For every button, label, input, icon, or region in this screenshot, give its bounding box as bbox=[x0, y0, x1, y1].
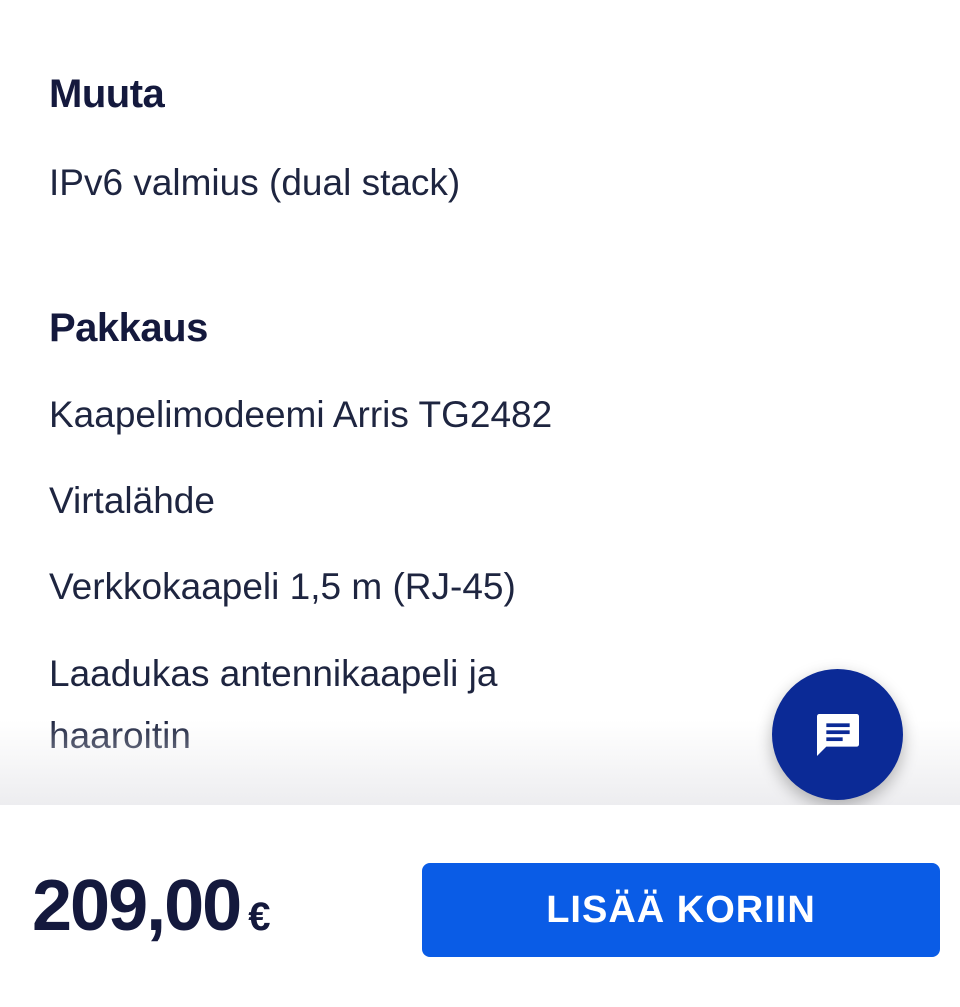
spec-item-ipv6: IPv6 valmius (dual stack) bbox=[49, 162, 461, 203]
purchase-bar: 209,00 € LISÄÄ KORIIN bbox=[0, 805, 960, 1007]
add-to-cart-button[interactable]: LISÄÄ KORIIN bbox=[422, 863, 940, 957]
section-heading-muuta: Muuta bbox=[49, 72, 165, 116]
package-item-modem: Kaapelimodeemi Arris TG2482 bbox=[49, 394, 553, 435]
price-value: 209,00 bbox=[32, 866, 242, 946]
package-item-antenna-cable: Laadukas antennikaapeli ja bbox=[49, 653, 498, 694]
package-item-network-cable: Verkkokaapeli 1,5 m (RJ-45) bbox=[49, 566, 516, 607]
price-currency: € bbox=[248, 895, 271, 939]
section-heading-pakkaus: Pakkaus bbox=[49, 306, 208, 350]
chat-button[interactable] bbox=[772, 669, 903, 800]
price: 209,00 € bbox=[32, 865, 270, 947]
product-details-page: Muuta IPv6 valmius (dual stack) Pakkaus … bbox=[0, 0, 960, 1007]
chat-icon bbox=[816, 713, 859, 756]
package-item-power-supply: Virtalähde bbox=[49, 480, 215, 521]
